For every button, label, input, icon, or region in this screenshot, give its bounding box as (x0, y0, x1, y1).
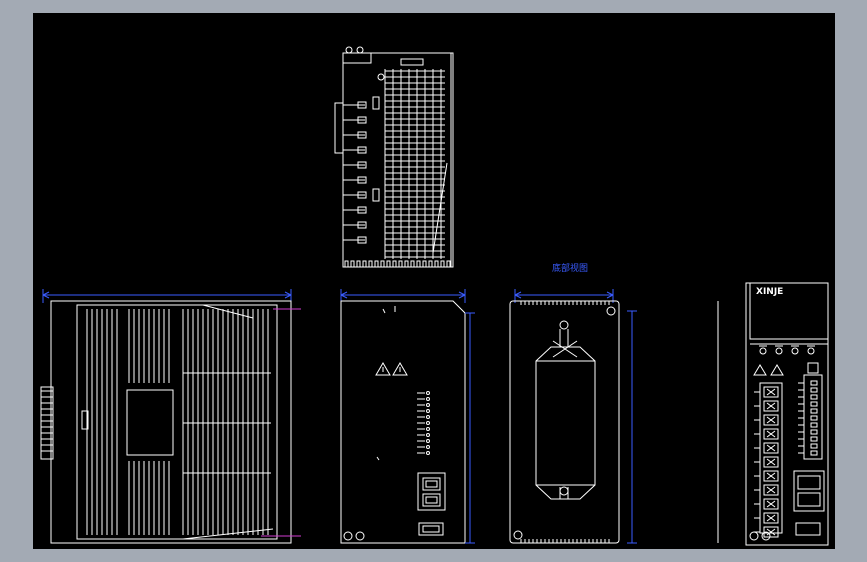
warning-triangle-icon (753, 364, 767, 376)
bottom-comb (344, 260, 453, 268)
warning-triangle-icon (770, 364, 784, 376)
io-connector-pins (798, 380, 818, 456)
cad-viewport[interactable]: 底部视图 XINJE (0, 0, 867, 562)
screw-terminal-icon (749, 531, 759, 541)
screw-terminal-icon (343, 531, 353, 541)
rear-view (340, 289, 475, 544)
top-view (334, 46, 454, 268)
bottom-view-title: 底部视图 (552, 262, 588, 274)
vent-slots (86, 309, 271, 535)
cad-drawing: 底部视图 XINJE (40, 46, 829, 546)
rj45-port-icon (797, 492, 821, 507)
left-side-view (40, 289, 301, 544)
front-terminals (754, 386, 779, 538)
terminal-ticks (343, 101, 367, 244)
edge-teeth (520, 301, 610, 543)
rj45-port-icon (797, 475, 821, 490)
drawing-canvas[interactable]: 底部视图 XINJE (33, 13, 835, 549)
terminal-row (417, 391, 430, 455)
brand-logo: XINJE (756, 287, 783, 297)
status-leds (759, 345, 815, 355)
screw-terminal-icon (355, 531, 365, 541)
front-view: XINJE (717, 282, 829, 546)
bottom-view: 底部视图 (509, 262, 637, 544)
